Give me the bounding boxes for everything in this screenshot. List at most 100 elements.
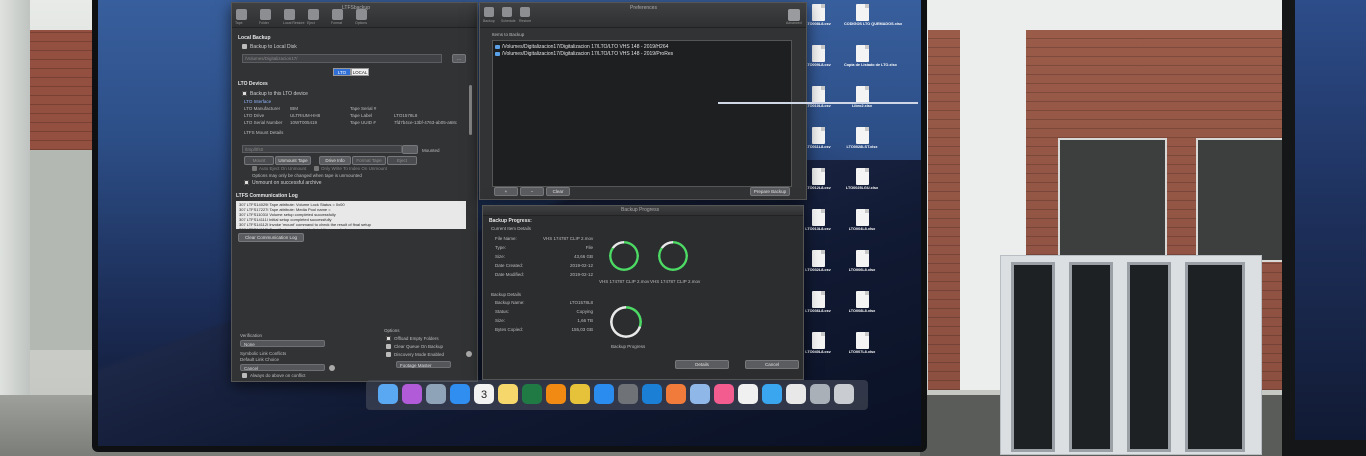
desktop-file[interactable]: LTO032L8.csv (800, 250, 836, 272)
write-index-label: Only Write To Index On Unmount (321, 166, 387, 171)
device-info-value: ULTRIUM-HH8 (290, 113, 321, 118)
tape-library-device (1000, 255, 1262, 455)
help-icon[interactable] (329, 365, 335, 371)
file-name: LTO006L8.xlsx (848, 268, 876, 272)
advanced-label: Advanced (786, 21, 802, 25)
field-value: LTO1578L8 (569, 300, 593, 305)
desktop-file[interactable]: LTO036L8.csv (800, 291, 836, 313)
unmount-archive-checkbox[interactable] (244, 180, 249, 185)
quicktime-icon[interactable] (762, 384, 782, 404)
siri-icon[interactable] (402, 384, 422, 404)
field-value: VHS 174787 CLIP 2.mov (543, 236, 594, 241)
launchpad-icon[interactable] (426, 384, 446, 404)
options-icon[interactable] (356, 9, 367, 20)
mount-toggle[interactable] (402, 145, 418, 154)
schedule-icon[interactable] (502, 7, 512, 17)
appstore-icon[interactable] (594, 384, 614, 404)
photos-icon[interactable] (738, 384, 758, 404)
mount-path-field[interactable]: /tmp/ltfs0 (242, 145, 402, 153)
lto-device-checkbox[interactable] (242, 91, 247, 96)
list-item[interactable]: /Volumes/Digitalizacion17/Digitalizacion… (495, 44, 668, 50)
local-disk-checkbox[interactable] (242, 44, 247, 49)
list-item[interactable]: /Volumes/Digitalizacion17/Digitalizacion… (495, 51, 673, 57)
segment-local[interactable]: LOCAL (351, 68, 369, 76)
offload-label: Offload Empty Folders (394, 336, 439, 341)
prepare-backup-button[interactable]: Prepare Backup (750, 187, 790, 196)
file-name: Libro2.xlsx (851, 104, 873, 108)
system-preferences-icon[interactable] (618, 384, 638, 404)
segment-lto[interactable]: LTO (333, 68, 351, 76)
progress-heading: Backup Progress: (489, 218, 532, 224)
local-restore-icon[interactable] (284, 9, 295, 20)
browse-button[interactable]: ... (452, 54, 466, 63)
desktop-file[interactable]: LTO0025LGU.xlsx (844, 168, 880, 190)
chrome-icon[interactable] (570, 384, 590, 404)
mount-button[interactable]: Mount (244, 156, 274, 165)
preview-icon[interactable] (690, 384, 710, 404)
vlc-icon[interactable] (546, 384, 566, 404)
music-icon[interactable] (714, 384, 734, 404)
calendar-icon[interactable]: 3 (474, 384, 494, 404)
desktop-file[interactable]: LTO013L8.csv (800, 209, 836, 231)
backup-icon[interactable] (484, 7, 494, 17)
write-index-checkbox[interactable] (314, 166, 319, 171)
clear-log-button[interactable]: Clear Communication Log (238, 233, 304, 242)
remove-item-button[interactable]: − (520, 187, 544, 196)
offload-checkbox[interactable] (386, 336, 391, 341)
format-tape-button[interactable]: Format Tape (352, 156, 386, 165)
desktop-file[interactable]: CODIGOS LTO QUEMADOS.xlsx (844, 4, 902, 26)
auto-eject-checkbox[interactable] (252, 166, 257, 171)
restore-icon[interactable] (520, 7, 530, 17)
local-path-field[interactable]: /Volumes/Digitalizacion17/ (242, 54, 442, 63)
verification-select[interactable]: None (240, 340, 325, 347)
desktop-file[interactable]: Copia de Listado de LTO.xlsx (844, 45, 897, 67)
trash-icon[interactable] (834, 384, 854, 404)
eject-icon[interactable] (308, 9, 319, 20)
device-info-key: Tape UUID # (350, 120, 376, 125)
tape-icon[interactable] (236, 9, 247, 20)
details-button[interactable]: Details (675, 360, 729, 369)
finder-icon[interactable] (378, 384, 398, 404)
items-list[interactable]: /Volumes/Digitalizacion17/Digitalizacion… (492, 40, 792, 187)
document-icon[interactable] (786, 384, 806, 404)
window-title: Preferences (630, 5, 657, 11)
xlsx-file-icon (855, 168, 869, 185)
clear-items-button[interactable]: Clear (546, 187, 570, 196)
devices-scrollbar[interactable] (469, 85, 472, 135)
excel-icon[interactable] (522, 384, 542, 404)
safari-icon[interactable] (450, 384, 470, 404)
file-name: LTO032L8.csv (805, 268, 831, 272)
swift-icon[interactable] (666, 384, 686, 404)
cancel-button[interactable]: Cancel (745, 360, 799, 369)
eject-button[interactable]: Eject (387, 156, 417, 165)
toolbar-label: Restore (519, 19, 532, 23)
desktop-file[interactable]: LTO006L8.xlsx (844, 250, 880, 272)
desktop-file[interactable]: LTO040L8.csv (800, 332, 836, 354)
device-info-key: LTO Serial Number (244, 120, 283, 125)
prefs-window-toolbar: Preferences Backup Schedule Restore Advanc… (480, 3, 806, 28)
discovery-checkbox[interactable] (386, 352, 391, 357)
field-key: Backup Name: (495, 300, 525, 305)
xlsx-file-icon (855, 291, 869, 308)
always-checkbox[interactable] (242, 373, 247, 378)
desktop-file[interactable]: LTO007L8.xlsx (844, 332, 880, 354)
help-icon[interactable] (466, 351, 472, 357)
default-link-select[interactable]: Cancel (240, 364, 325, 371)
edge-icon[interactable] (642, 384, 662, 404)
folder-icon[interactable] (260, 9, 271, 20)
drive-info-button[interactable]: Drive Info (319, 156, 351, 165)
desktop-file[interactable]: LTO004L8.xlsx (844, 209, 880, 231)
notes-icon[interactable] (498, 384, 518, 404)
advanced-icon[interactable] (788, 9, 800, 21)
desktop-file[interactable]: LTO008L8.xlsx (844, 291, 880, 313)
mode-select[interactable]: Footage Master (396, 361, 451, 368)
desktop-file[interactable]: LTO0028LST.xlsx (844, 127, 880, 149)
screenshot-icon[interactable] (810, 384, 830, 404)
csv-file-icon (811, 168, 825, 185)
desktop-file[interactable]: Libro2.xlsx (844, 86, 880, 108)
unmount-tape-button[interactable]: Unmount Tape (275, 156, 311, 165)
clear-queue-checkbox[interactable] (386, 344, 391, 349)
format-icon[interactable] (332, 9, 343, 20)
add-item-button[interactable]: + (494, 187, 518, 196)
toolbar-label: Format (331, 21, 343, 25)
